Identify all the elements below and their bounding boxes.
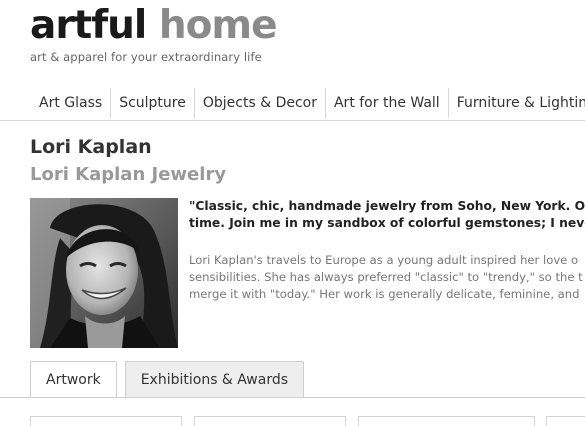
artwork-card[interactable] xyxy=(194,416,346,426)
nav-divider xyxy=(0,120,585,121)
portrait-photo xyxy=(30,198,178,348)
artist-name: Lori Kaplan xyxy=(30,136,152,158)
nav-item-sculpture[interactable]: Sculpture xyxy=(110,88,194,118)
site-logo[interactable]: artful home art & apparel for your extra… xyxy=(30,3,278,64)
tabs-divider xyxy=(0,397,585,398)
main-nav: Art Glass Sculpture Objects & Decor Art … xyxy=(30,88,585,118)
bio-body-line-1: Lori Kaplan's travels to Europe as a you… xyxy=(189,253,579,267)
bio-body-line-2: sensibilities. She has always preferred … xyxy=(189,270,583,284)
artwork-card[interactable] xyxy=(358,416,535,426)
artist-portrait xyxy=(30,198,178,348)
tab-exhibitions-awards[interactable]: Exhibitions & Awards xyxy=(124,361,305,397)
bio-body-line-3: merge it with "today." Her work is gener… xyxy=(189,287,580,301)
artwork-card[interactable] xyxy=(30,416,182,426)
nav-item-art-for-the-wall[interactable]: Art for the Wall xyxy=(324,88,448,118)
artist-bio: "Classic, chic, handmade jewelry from So… xyxy=(189,198,585,303)
studio-name: Lori Kaplan Jewelry xyxy=(30,164,227,185)
logo-wordmark[interactable]: artful home xyxy=(30,3,278,48)
bio-quote-line-2: time. Join me in my sandbox of colorful … xyxy=(189,216,585,230)
site-tagline: art & apparel for your extraordinary lif… xyxy=(30,50,262,64)
tab-artwork[interactable]: Artwork xyxy=(30,361,117,398)
logo-word-dark: artful xyxy=(30,3,147,48)
nav-item-objects-decor[interactable]: Objects & Decor xyxy=(193,88,325,118)
bio-quote-line-1: "Classic, chic, handmade jewelry from So… xyxy=(189,199,585,213)
artist-tabs: Artwork Exhibitions & Awards xyxy=(30,361,312,398)
artwork-grid xyxy=(0,416,585,426)
artwork-card[interactable] xyxy=(546,416,585,426)
bio-paragraph: Lori Kaplan's travels to Europe as a you… xyxy=(189,252,585,303)
nav-item-furniture-lighting[interactable]: Furniture & Lighting xyxy=(447,88,585,118)
nav-item-art-glass[interactable]: Art Glass xyxy=(30,88,110,118)
logo-word-light: home xyxy=(158,3,278,48)
